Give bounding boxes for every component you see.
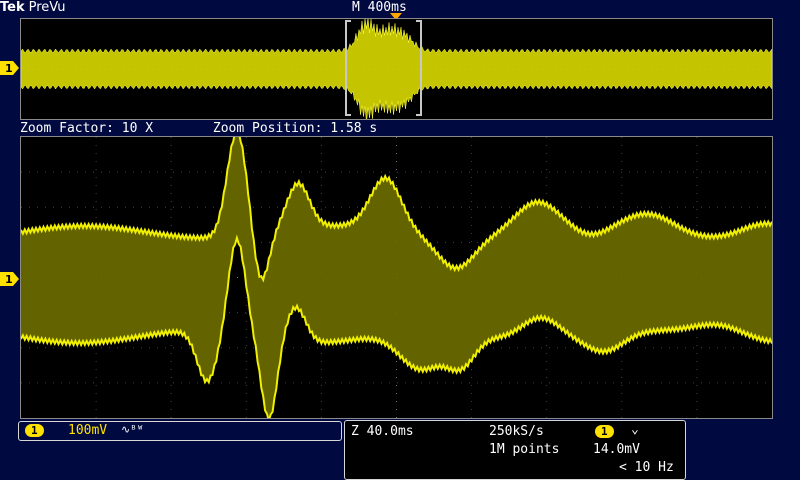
overview-channel1-marker[interactable]: 1 xyxy=(0,61,20,75)
zoom-factor-label: Zoom Factor: 10 X xyxy=(20,121,154,136)
zoom-trace-envelope xyxy=(21,137,772,418)
sample-rate-readout: 250kS/s xyxy=(489,424,544,439)
zoom-waveform-display[interactable] xyxy=(20,136,773,419)
zoom-channel1-marker[interactable]: 1 xyxy=(0,272,20,286)
channel1-scale: 100mV xyxy=(68,423,108,438)
zoom-timebase-readout: Z 40.0ms xyxy=(351,424,414,439)
trigger-slope-icon: ⌄ xyxy=(631,422,639,437)
acquisition-readout-panel[interactable]: Z 40.0ms 250kS/s 1M points 1 ⌄ 14.0mV < … xyxy=(344,420,686,480)
overview-trace xyxy=(21,19,772,119)
bandwidth-limit-icon: ∿ᴮᵂ xyxy=(121,423,144,436)
brand-label: Tek PreVu xyxy=(0,0,66,15)
tek-logo: Tek xyxy=(0,0,25,15)
zoom-position-label: Zoom Position: 1.58 s xyxy=(212,121,378,136)
svg-text:1: 1 xyxy=(5,273,13,286)
record-length-readout: 1M points xyxy=(489,442,560,457)
overview-waveform-display[interactable] xyxy=(20,18,773,120)
channel1-readout[interactable]: 1 100mV ∿ᴮᵂ xyxy=(18,421,342,441)
zoom-plot xyxy=(21,137,772,418)
zoom-info-bar: Zoom Factor: 10 X Zoom Position: 1.58 s xyxy=(20,121,780,136)
trigger-frequency-readout: < 10 Hz xyxy=(619,460,674,475)
trigger-level-readout: 14.0mV xyxy=(593,442,640,457)
svg-text:1: 1 xyxy=(5,62,13,75)
overview-plot xyxy=(21,19,772,119)
mode-label: PreVu xyxy=(28,0,66,15)
trigger-source-badge: 1 xyxy=(595,425,614,438)
channel1-badge: 1 xyxy=(25,424,44,437)
